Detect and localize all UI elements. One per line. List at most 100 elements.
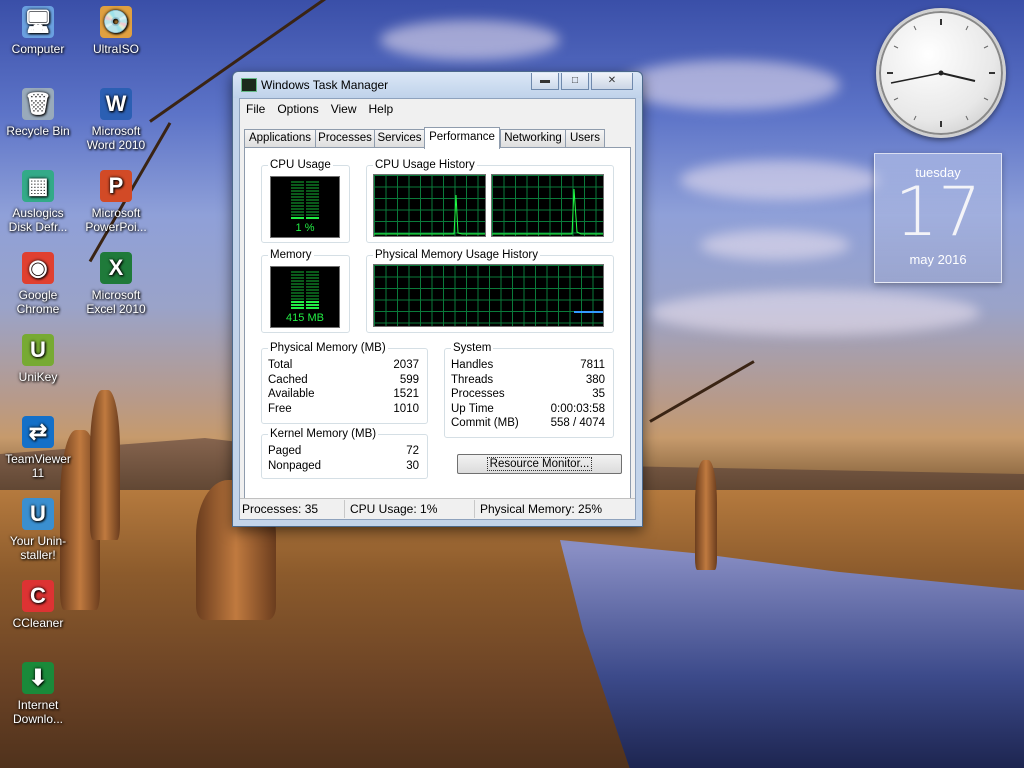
ultraiso-icon: 💿 (100, 6, 132, 38)
cpu-meter-segment (306, 193, 319, 195)
cpu-meter-segment (291, 211, 304, 213)
task-manager-window[interactable]: Windows Task Manager ▬ □ ✕ File Options … (232, 71, 643, 527)
row-value: 599 (399, 374, 419, 386)
cloud (680, 160, 880, 200)
cpu-usage-value: 1 % (295, 222, 315, 234)
cpu-meter-segment (306, 181, 319, 183)
resource-monitor-button[interactable]: Resource Monitor... (457, 454, 622, 474)
desktop-icon-microsoft-powerpoi[interactable]: P Microsoft PowerPoi... (78, 170, 154, 234)
system-title: System (451, 342, 494, 354)
cpu-meter-segment (291, 184, 304, 186)
desktop-icon-your-unin-staller[interactable]: U Your Unin-staller! (0, 498, 76, 562)
microsoft-powerpoi-icon: P (100, 170, 132, 202)
cpu-usage-meter: 1 % (270, 176, 340, 238)
cloud (620, 60, 840, 110)
calendar-month-year: may 2016 (909, 252, 967, 267)
desktop-icon-recycle-bin[interactable]: 🗑 Recycle Bin (0, 88, 76, 138)
row-key: Available (268, 388, 315, 400)
memory-meter-segment (306, 283, 319, 285)
desktop-icon-microsoft-excel-2010[interactable]: X Microsoft Excel 2010 (78, 252, 154, 316)
row-key: Paged (268, 445, 302, 457)
tree-trunk (90, 390, 120, 540)
cloud (380, 20, 560, 60)
row-key: Threads (451, 374, 494, 386)
menu-file[interactable]: File (240, 102, 271, 116)
row-key: Up Time (451, 403, 494, 415)
memory-meter-segment (291, 307, 304, 309)
desktop-icon-label: UniKey (18, 370, 58, 384)
memory-history-label: Physical Memory Usage History (373, 249, 540, 261)
desktop-icon-google-chrome[interactable]: ◉ Google Chrome (0, 252, 76, 316)
tab-strip: Applications Processes Services Performa… (244, 127, 631, 149)
desktop-icon-computer[interactable]: 🖥 Computer (0, 6, 76, 56)
cpu-usage-label: CPU Usage (268, 159, 333, 171)
cpu-meter-segment (306, 214, 319, 216)
cpu-meter-segment (291, 181, 304, 183)
menu-view[interactable]: View (325, 102, 363, 116)
tab-services[interactable]: Services (374, 129, 425, 147)
memory-meter-segment (291, 301, 304, 303)
clock-face-icon (887, 19, 995, 127)
tab-processes[interactable]: Processes (315, 129, 375, 147)
desktop-icon-label: Microsoft Excel 2010 (86, 288, 146, 316)
memory-meter-segment (291, 286, 304, 288)
row-key: Free (268, 403, 292, 415)
cpu-meter-segment (291, 190, 304, 192)
desktop-icon-ccleaner[interactable]: C CCleaner (0, 580, 76, 630)
memory-history-graph (373, 264, 604, 327)
title-bar[interactable]: Windows Task Manager ▬ □ ✕ (233, 72, 642, 98)
ccleaner-icon: C (22, 580, 54, 612)
tab-networking[interactable]: Networking (500, 129, 566, 147)
desktop-icon-microsoft-word-2010[interactable]: W Microsoft Word 2010 (78, 88, 154, 152)
kernel-memory-title: Kernel Memory (MB) (268, 428, 379, 440)
desktop-icon-ultraiso[interactable]: 💿 UltraISO (78, 6, 154, 56)
memory-meter-segment (291, 283, 304, 285)
cpu-meter-segment (306, 202, 319, 204)
memory-meter-segment (306, 304, 319, 306)
memory-meter-segment (291, 304, 304, 306)
desktop-icon-unikey[interactable]: U UniKey (0, 334, 76, 384)
cpu-history-graph-core1 (491, 174, 604, 237)
memory-meter-segment (306, 295, 319, 297)
row-value: 380 (585, 374, 605, 386)
cpu-meter-segment (306, 205, 319, 207)
desktop-icon-label: CCleaner (12, 616, 64, 630)
desktop-icon-label: Your Unin-staller! (9, 534, 67, 562)
tree-branch (649, 360, 755, 423)
row-key: Nonpaged (268, 460, 322, 472)
cpu-meter-segment (291, 187, 304, 189)
memory-group: Memory 415 MB (261, 249, 350, 333)
calendar-day-number: 17 (894, 173, 982, 252)
cpu-meter-segment (306, 190, 319, 192)
table-row: Commit (MB) 558 / 4074 (451, 417, 605, 431)
cpu-meter-segment (291, 205, 304, 207)
desktop-icon-label: Microsoft Word 2010 (86, 124, 146, 152)
tab-performance[interactable]: Performance (424, 127, 500, 149)
status-bar: Processes: 35 CPU Usage: 1% Physical Mem… (240, 498, 635, 519)
status-divider (344, 500, 345, 518)
desktop-icon-teamviewer-11[interactable]: ⇄ TeamViewer 11 (0, 416, 76, 480)
minimize-button[interactable]: ▬ (531, 73, 559, 90)
memory-meter-segment (291, 280, 304, 282)
maximize-button[interactable]: □ (561, 73, 589, 90)
performance-panel: CPU Usage 1 % CPU Usage History Memory 4… (244, 147, 631, 511)
unikey-icon: U (22, 334, 54, 366)
row-value: 72 (406, 445, 419, 457)
tab-users[interactable]: Users (565, 129, 605, 147)
menu-help[interactable]: Help (363, 102, 400, 116)
cpu-meter-segment (306, 208, 319, 210)
table-row: Up Time 0:00:03:58 (451, 403, 605, 417)
memory-meter-segment (306, 307, 319, 309)
row-value: 558 / 4074 (550, 417, 605, 429)
recycle-bin-icon: 🗑 (22, 88, 54, 120)
calendar-gadget[interactable]: tuesday 17 may 2016 (874, 153, 1002, 283)
table-row: Threads 380 (451, 374, 605, 388)
desktop-icon-auslogics-disk-defr[interactable]: ▦ Auslogics Disk Defr... (0, 170, 76, 234)
close-button[interactable]: ✕ (591, 73, 633, 90)
tab-applications[interactable]: Applications (244, 129, 316, 147)
table-row: Available 1521 (268, 388, 419, 402)
cpu-meter-segment (291, 199, 304, 201)
desktop-icon-internet-downlo[interactable]: ⬇ Internet Downlo... (0, 662, 76, 726)
clock-gadget[interactable] (876, 8, 1006, 138)
menu-options[interactable]: Options (271, 102, 324, 116)
